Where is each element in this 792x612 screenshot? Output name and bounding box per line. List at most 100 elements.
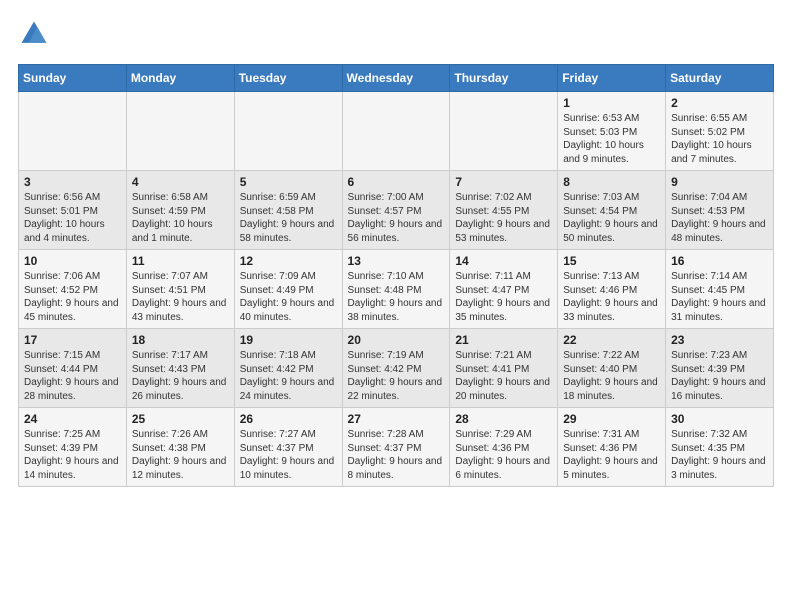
day-number: 5	[240, 175, 337, 189]
day-number: 30	[671, 412, 768, 426]
day-info: Sunrise: 7:21 AM Sunset: 4:41 PM Dayligh…	[455, 349, 552, 403]
day-cell: 18 Sunrise: 7:17 AM Sunset: 4:43 PM Dayli…	[126, 329, 234, 408]
day-info: Sunrise: 7:15 AM Sunset: 4:44 PM Dayligh…	[24, 349, 121, 403]
day-number: 20	[348, 333, 445, 347]
day-cell: 14 Sunrise: 7:11 AM Sunset: 4:47 PM Dayli…	[450, 250, 558, 329]
day-cell: 28 Sunrise: 7:29 AM Sunset: 4:36 PM Dayli…	[450, 408, 558, 487]
col-header-tuesday: Tuesday	[234, 65, 342, 92]
day-info: Sunrise: 7:32 AM Sunset: 4:35 PM Dayligh…	[671, 428, 768, 482]
day-cell: 23Sunrise: 7:23 AM Sunset: 4:39 PM Dayli…	[666, 329, 774, 408]
page: SundayMondayTuesdayWednesdayThursdayFrid…	[0, 0, 792, 497]
day-cell: 27Sunrise: 7:28 AM Sunset: 4:37 PM Dayli…	[342, 408, 450, 487]
day-info: Sunrise: 7:18 AM Sunset: 4:42 PM Dayligh…	[240, 349, 337, 403]
day-number: 18	[132, 333, 229, 347]
logo-icon	[18, 18, 50, 50]
col-header-sunday: Sunday	[19, 65, 127, 92]
day-number: 14	[455, 254, 552, 268]
day-number: 24	[24, 412, 121, 426]
day-number: 22	[563, 333, 660, 347]
col-header-monday: Monday	[126, 65, 234, 92]
day-number: 6	[348, 175, 445, 189]
day-info: Sunrise: 7:04 AM Sunset: 4:53 PM Dayligh…	[671, 191, 768, 245]
day-info: Sunrise: 6:59 AM Sunset: 4:58 PM Dayligh…	[240, 191, 337, 245]
day-info: Sunrise: 6:56 AM Sunset: 5:01 PM Dayligh…	[24, 191, 121, 245]
day-cell	[342, 92, 450, 171]
day-number: 4	[132, 175, 229, 189]
day-info: Sunrise: 7:19 AM Sunset: 4:42 PM Dayligh…	[348, 349, 445, 403]
day-info: Sunrise: 7:29 AM Sunset: 4:36 PM Dayligh…	[455, 428, 552, 482]
day-number: 3	[24, 175, 121, 189]
day-info: Sunrise: 7:00 AM Sunset: 4:57 PM Dayligh…	[348, 191, 445, 245]
day-cell	[450, 92, 558, 171]
day-cell: 4 Sunrise: 6:58 AM Sunset: 4:59 PM Daylig…	[126, 171, 234, 250]
day-info: Sunrise: 7:31 AM Sunset: 4:36 PM Dayligh…	[563, 428, 660, 482]
day-cell: 15Sunrise: 7:13 AM Sunset: 4:46 PM Dayli…	[558, 250, 666, 329]
day-cell: 20 Sunrise: 7:19 AM Sunset: 4:42 PM Dayli…	[342, 329, 450, 408]
day-number: 12	[240, 254, 337, 268]
day-info: Sunrise: 7:09 AM Sunset: 4:49 PM Dayligh…	[240, 270, 337, 324]
day-info: Sunrise: 7:07 AM Sunset: 4:51 PM Dayligh…	[132, 270, 229, 324]
day-number: 28	[455, 412, 552, 426]
day-cell: 25 Sunrise: 7:26 AM Sunset: 4:38 PM Dayli…	[126, 408, 234, 487]
day-info: Sunrise: 7:23 AM Sunset: 4:39 PM Dayligh…	[671, 349, 768, 403]
day-cell: 29 Sunrise: 7:31 AM Sunset: 4:36 PM Dayli…	[558, 408, 666, 487]
col-header-friday: Friday	[558, 65, 666, 92]
day-number: 11	[132, 254, 229, 268]
week-row-2: 3 Sunrise: 6:56 AM Sunset: 5:01 PM Daylig…	[19, 171, 774, 250]
day-cell: 6 Sunrise: 7:00 AM Sunset: 4:57 PM Daylig…	[342, 171, 450, 250]
day-cell: 21 Sunrise: 7:21 AM Sunset: 4:41 PM Dayli…	[450, 329, 558, 408]
day-number: 19	[240, 333, 337, 347]
day-info: Sunrise: 7:10 AM Sunset: 4:48 PM Dayligh…	[348, 270, 445, 324]
day-cell	[234, 92, 342, 171]
day-number: 13	[348, 254, 445, 268]
week-row-4: 17Sunrise: 7:15 AM Sunset: 4:44 PM Dayli…	[19, 329, 774, 408]
day-cell: 3 Sunrise: 6:56 AM Sunset: 5:01 PM Daylig…	[19, 171, 127, 250]
day-number: 25	[132, 412, 229, 426]
day-info: Sunrise: 7:25 AM Sunset: 4:39 PM Dayligh…	[24, 428, 121, 482]
day-info: Sunrise: 7:27 AM Sunset: 4:37 PM Dayligh…	[240, 428, 337, 482]
day-info: Sunrise: 7:28 AM Sunset: 4:37 PM Dayligh…	[348, 428, 445, 482]
day-number: 29	[563, 412, 660, 426]
day-cell: 5 Sunrise: 6:59 AM Sunset: 4:58 PM Daylig…	[234, 171, 342, 250]
header-row: SundayMondayTuesdayWednesdayThursdayFrid…	[19, 65, 774, 92]
day-number: 9	[671, 175, 768, 189]
day-info: Sunrise: 7:22 AM Sunset: 4:40 PM Dayligh…	[563, 349, 660, 403]
day-cell: 2Sunrise: 6:55 AM Sunset: 5:02 PM Daylig…	[666, 92, 774, 171]
day-number: 7	[455, 175, 552, 189]
day-cell: 17Sunrise: 7:15 AM Sunset: 4:44 PM Dayli…	[19, 329, 127, 408]
col-header-wednesday: Wednesday	[342, 65, 450, 92]
week-row-5: 24 Sunrise: 7:25 AM Sunset: 4:39 PM Dayli…	[19, 408, 774, 487]
day-info: Sunrise: 7:11 AM Sunset: 4:47 PM Dayligh…	[455, 270, 552, 324]
day-cell: 26Sunrise: 7:27 AM Sunset: 4:37 PM Dayli…	[234, 408, 342, 487]
day-number: 1	[563, 96, 660, 110]
day-cell: 13 Sunrise: 7:10 AM Sunset: 4:48 PM Dayli…	[342, 250, 450, 329]
day-cell: 11 Sunrise: 7:07 AM Sunset: 4:51 PM Dayli…	[126, 250, 234, 329]
col-header-saturday: Saturday	[666, 65, 774, 92]
day-info: Sunrise: 7:17 AM Sunset: 4:43 PM Dayligh…	[132, 349, 229, 403]
logo	[18, 18, 54, 50]
day-info: Sunrise: 6:55 AM Sunset: 5:02 PM Dayligh…	[671, 112, 768, 166]
day-info: Sunrise: 7:14 AM Sunset: 4:45 PM Dayligh…	[671, 270, 768, 324]
day-info: Sunrise: 7:06 AM Sunset: 4:52 PM Dayligh…	[24, 270, 121, 324]
day-number: 10	[24, 254, 121, 268]
day-info: Sunrise: 7:03 AM Sunset: 4:54 PM Dayligh…	[563, 191, 660, 245]
day-info: Sunrise: 6:58 AM Sunset: 4:59 PM Dayligh…	[132, 191, 229, 245]
day-cell: 12 Sunrise: 7:09 AM Sunset: 4:49 PM Dayli…	[234, 250, 342, 329]
day-cell	[126, 92, 234, 171]
day-info: Sunrise: 7:13 AM Sunset: 4:46 PM Dayligh…	[563, 270, 660, 324]
day-info: Sunrise: 7:02 AM Sunset: 4:55 PM Dayligh…	[455, 191, 552, 245]
calendar-table: SundayMondayTuesdayWednesdayThursdayFrid…	[18, 64, 774, 487]
day-info: Sunrise: 6:53 AM Sunset: 5:03 PM Dayligh…	[563, 112, 660, 166]
day-number: 8	[563, 175, 660, 189]
day-info: Sunrise: 7:26 AM Sunset: 4:38 PM Dayligh…	[132, 428, 229, 482]
day-cell: 8 Sunrise: 7:03 AM Sunset: 4:54 PM Daylig…	[558, 171, 666, 250]
day-cell: 9 Sunrise: 7:04 AM Sunset: 4:53 PM Daylig…	[666, 171, 774, 250]
col-header-thursday: Thursday	[450, 65, 558, 92]
day-cell: 24 Sunrise: 7:25 AM Sunset: 4:39 PM Dayli…	[19, 408, 127, 487]
day-number: 21	[455, 333, 552, 347]
day-number: 16	[671, 254, 768, 268]
day-cell: 19 Sunrise: 7:18 AM Sunset: 4:42 PM Dayli…	[234, 329, 342, 408]
day-cell: 10 Sunrise: 7:06 AM Sunset: 4:52 PM Dayli…	[19, 250, 127, 329]
day-cell: 1 Sunrise: 6:53 AM Sunset: 5:03 PM Daylig…	[558, 92, 666, 171]
week-row-1: 1 Sunrise: 6:53 AM Sunset: 5:03 PM Daylig…	[19, 92, 774, 171]
